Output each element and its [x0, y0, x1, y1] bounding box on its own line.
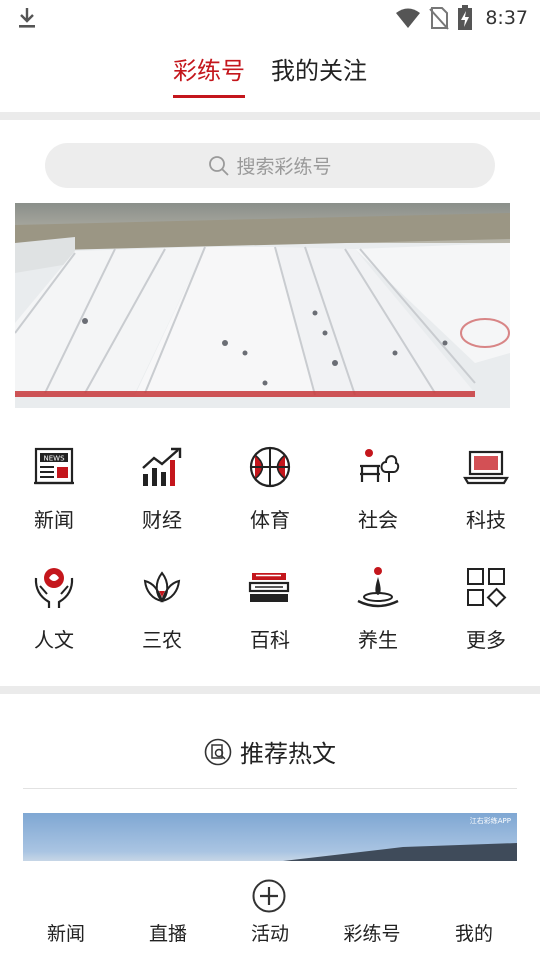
section-divider	[0, 686, 540, 694]
search-placeholder: 搜索彩练号	[236, 156, 332, 178]
nav-news[interactable]: 新闻	[12, 919, 120, 946]
battery-charging-icon	[458, 5, 473, 30]
bottom-nav: 新闻 直播 活动 彩练号 我的	[0, 861, 540, 960]
no-sim-icon	[429, 7, 450, 30]
category-news[interactable]: NEWS 新闻	[0, 443, 108, 563]
culture-hands-icon	[34, 568, 74, 608]
nav-cailian-hao[interactable]: 彩练号	[318, 919, 426, 946]
category-finance[interactable]: 财经	[108, 443, 216, 563]
category-more[interactable]: 更多	[432, 563, 540, 683]
tab-my-follows[interactable]: 我的关注	[271, 52, 367, 100]
category-label: 新闻	[34, 508, 74, 532]
nav-mine[interactable]: 我的	[420, 919, 528, 946]
recommended-article-thumbnail[interactable]: 江右彩练APP	[23, 813, 517, 861]
category-label: 体育	[250, 508, 290, 532]
divider	[0, 112, 540, 120]
category-society[interactable]: 社会	[324, 443, 432, 563]
search-bar[interactable]: 搜索彩练号	[45, 143, 495, 188]
category-label: 养生	[358, 628, 398, 652]
books-icon	[248, 573, 290, 602]
status-time: 8:37	[485, 7, 528, 29]
plus-circle-icon[interactable]	[252, 879, 286, 913]
category-agriculture[interactable]: 三农	[108, 563, 216, 683]
recommend-icon	[204, 738, 232, 765]
nav-activity[interactable]: 活动	[216, 919, 324, 946]
category-encyclopedia[interactable]: 百科	[216, 563, 324, 683]
watermark: 江右彩练APP	[469, 817, 511, 825]
category-label: 百科	[250, 628, 290, 652]
top-tabs: 彩练号 我的关注	[0, 52, 540, 100]
category-label: 科技	[466, 508, 506, 532]
search-icon	[209, 155, 230, 176]
divider	[23, 788, 517, 789]
category-wellness[interactable]: 养生	[324, 563, 432, 683]
category-sports[interactable]: 体育	[216, 443, 324, 563]
recommended-title: 推荐热文	[240, 740, 336, 768]
nav-live[interactable]: 直播	[114, 919, 222, 946]
water-drop-icon	[357, 567, 399, 608]
category-label: 社会	[358, 508, 398, 532]
category-label: 三农	[142, 628, 182, 652]
bar-chart-icon	[142, 447, 182, 486]
category-label: 财经	[142, 508, 182, 532]
laptop-icon	[463, 450, 509, 485]
newspaper-icon: NEWS	[34, 447, 74, 485]
category-label: 人文	[34, 628, 74, 652]
category-label: 更多	[466, 628, 506, 652]
category-grid: NEWS 新闻 财经 体育 社会 科技 人文 三农 百科 养生 更多	[0, 443, 540, 683]
banner-image[interactable]	[15, 203, 510, 408]
tab-cailian-hao[interactable]: 彩练号	[173, 52, 245, 100]
download-icon	[19, 8, 35, 28]
category-culture[interactable]: 人文	[0, 563, 108, 683]
grid-more-icon	[467, 568, 507, 608]
svg-text:NEWS: NEWS	[43, 455, 65, 463]
society-icon	[360, 449, 400, 482]
recommended-header: 推荐热文	[0, 734, 540, 769]
category-tech[interactable]: 科技	[432, 443, 540, 563]
banner-photo	[15, 203, 510, 408]
wifi-icon	[396, 8, 421, 28]
lotus-icon	[143, 571, 181, 603]
basketball-icon	[249, 446, 291, 488]
status-bar: 8:37	[0, 0, 540, 36]
